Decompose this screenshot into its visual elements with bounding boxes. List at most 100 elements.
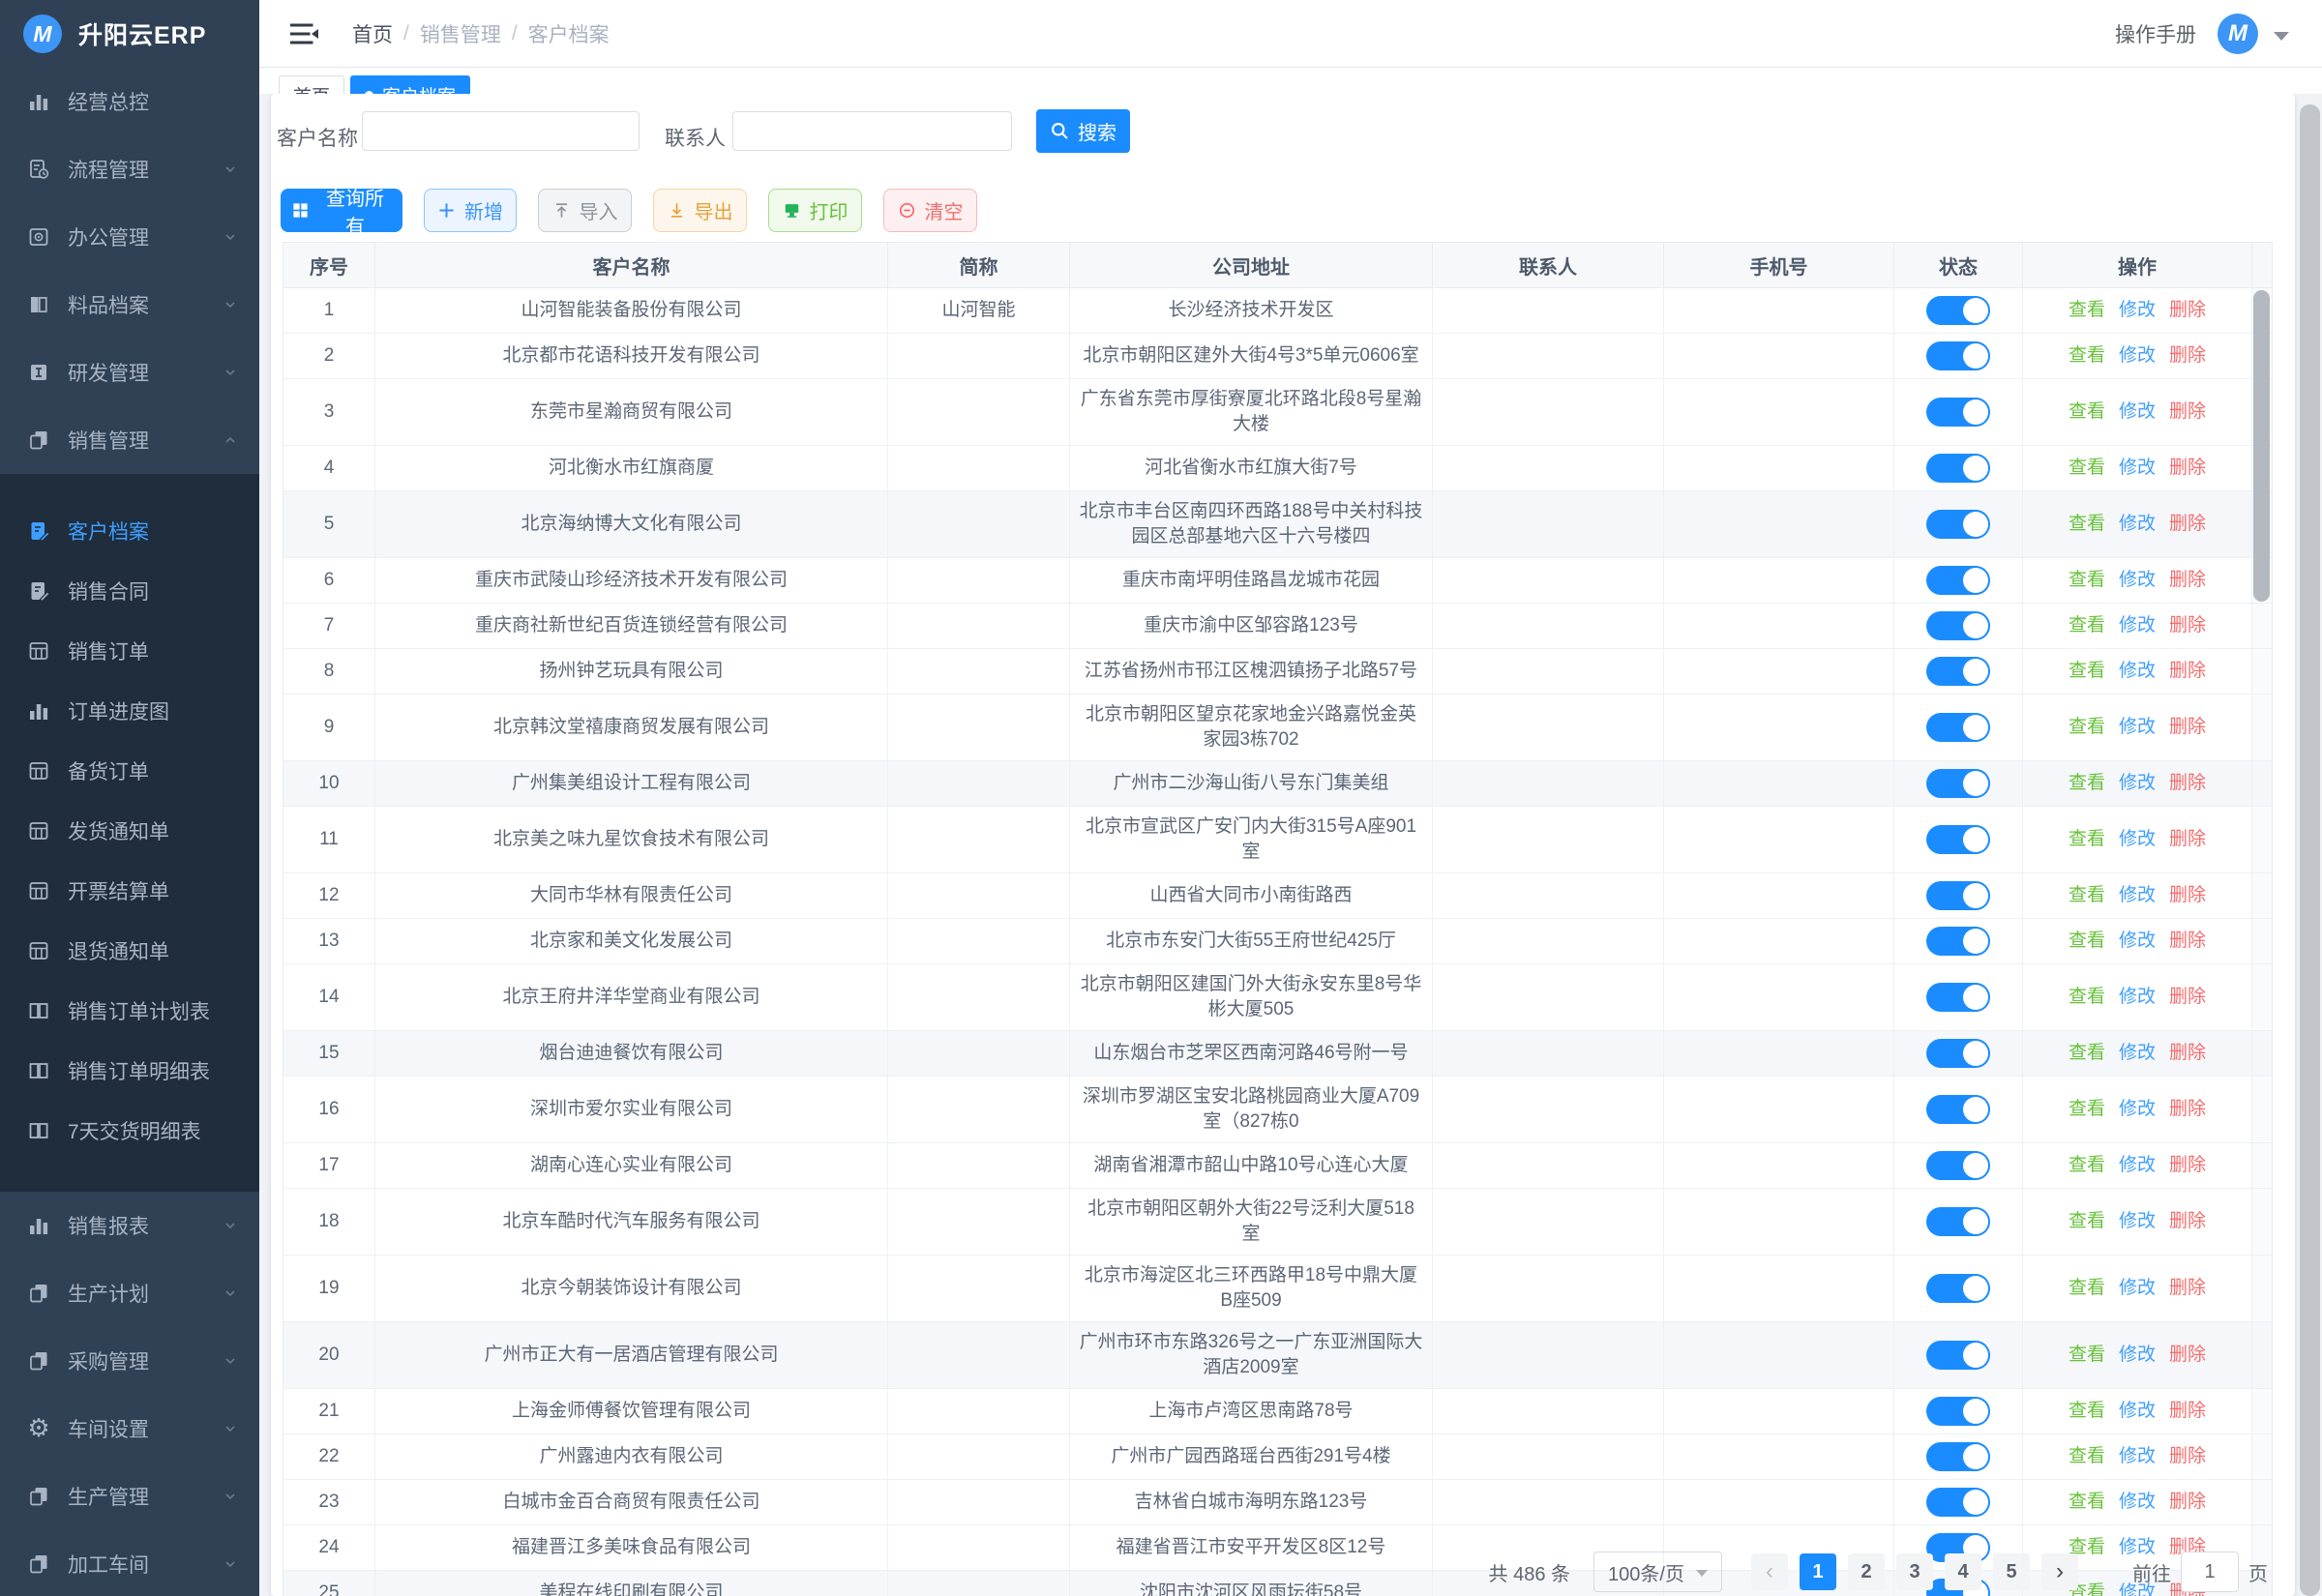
print-button[interactable]: 打印 — [768, 189, 862, 232]
sidebar-item[interactable]: 办公管理 — [0, 203, 259, 271]
delete-link[interactable]: 删除 — [2169, 1211, 2206, 1231]
status-toggle[interactable] — [1926, 398, 1990, 427]
sidebar-item[interactable]: 销售订单计划表 — [0, 981, 259, 1041]
contact-input[interactable] — [732, 111, 1012, 151]
edit-link[interactable]: 修改 — [2119, 661, 2156, 681]
view-link[interactable]: 查看 — [2069, 1043, 2105, 1063]
view-link[interactable]: 查看 — [2069, 570, 2105, 590]
status-toggle[interactable] — [1926, 657, 1990, 686]
prev-page-button[interactable]: ‹ — [1751, 1553, 1788, 1590]
sidebar-item[interactable]: 加工车间 — [0, 1530, 259, 1596]
status-toggle[interactable] — [1926, 566, 1990, 595]
edit-link[interactable]: 修改 — [2119, 514, 2156, 534]
delete-link[interactable]: 删除 — [2169, 1492, 2206, 1512]
sidebar-item[interactable]: 7天交货明细表 — [0, 1101, 259, 1161]
edit-link[interactable]: 修改 — [2119, 458, 2156, 478]
delete-link[interactable]: 删除 — [2169, 987, 2206, 1007]
edit-link[interactable]: 修改 — [2119, 300, 2156, 320]
view-link[interactable]: 查看 — [2069, 615, 2105, 635]
status-toggle[interactable] — [1926, 341, 1990, 370]
delete-link[interactable]: 删除 — [2169, 300, 2206, 320]
delete-link[interactable]: 删除 — [2169, 717, 2206, 737]
edit-link[interactable]: 修改 — [2119, 615, 2156, 635]
delete-link[interactable]: 删除 — [2169, 1446, 2206, 1466]
add-button[interactable]: 新增 — [424, 189, 517, 232]
sidebar-item[interactable]: 销售管理 — [0, 406, 259, 474]
edit-link[interactable]: 修改 — [2119, 885, 2156, 905]
goto-page-input[interactable] — [2181, 1552, 2239, 1592]
status-toggle[interactable] — [1926, 1274, 1990, 1303]
page-button-5[interactable]: 5 — [1993, 1553, 2030, 1590]
status-toggle[interactable] — [1926, 1151, 1990, 1180]
delete-link[interactable]: 删除 — [2169, 1278, 2206, 1298]
page-button-2[interactable]: 2 — [1848, 1553, 1885, 1590]
status-toggle[interactable] — [1926, 1341, 1990, 1370]
view-link[interactable]: 查看 — [2069, 1155, 2105, 1175]
edit-link[interactable]: 修改 — [2119, 1043, 2156, 1063]
sidebar-item[interactable]: ⚙车间设置 — [0, 1395, 259, 1463]
sidebar-item[interactable]: 研发管理 — [0, 339, 259, 406]
page-button-1[interactable]: 1 — [1800, 1553, 1836, 1590]
sidebar-item[interactable]: 客户档案 — [0, 501, 259, 561]
edit-link[interactable]: 修改 — [2119, 570, 2156, 590]
view-link[interactable]: 查看 — [2069, 1492, 2105, 1512]
delete-link[interactable]: 删除 — [2169, 1401, 2206, 1421]
status-toggle[interactable] — [1926, 454, 1990, 483]
status-toggle[interactable] — [1926, 927, 1990, 956]
view-link[interactable]: 查看 — [2069, 345, 2105, 366]
view-link[interactable]: 查看 — [2069, 1278, 2105, 1298]
import-button[interactable]: 导入 — [538, 189, 632, 232]
delete-link[interactable]: 删除 — [2169, 458, 2206, 478]
edit-link[interactable]: 修改 — [2119, 1155, 2156, 1175]
page-size-select[interactable]: 100条/页 — [1593, 1552, 1722, 1592]
view-link[interactable]: 查看 — [2069, 885, 2105, 905]
status-toggle[interactable] — [1926, 1442, 1990, 1471]
sidebar-item[interactable]: 发货通知单 — [0, 801, 259, 861]
delete-link[interactable]: 删除 — [2169, 931, 2206, 951]
status-toggle[interactable] — [1926, 881, 1990, 910]
view-link[interactable]: 查看 — [2069, 987, 2105, 1007]
view-link[interactable]: 查看 — [2069, 1345, 2105, 1365]
view-link[interactable]: 查看 — [2069, 773, 2105, 793]
avatar[interactable]: M — [2218, 14, 2258, 54]
delete-link[interactable]: 删除 — [2169, 615, 2206, 635]
next-page-button[interactable]: › — [2041, 1553, 2078, 1590]
sidebar-item[interactable]: 料品档案 — [0, 271, 259, 339]
delete-link[interactable]: 删除 — [2169, 773, 2206, 793]
sidebar-item[interactable]: 销售报表 — [0, 1192, 259, 1259]
delete-link[interactable]: 删除 — [2169, 661, 2206, 681]
page-button-4[interactable]: 4 — [1945, 1553, 1981, 1590]
status-toggle[interactable] — [1926, 713, 1990, 742]
sidebar-item[interactable]: 生产管理 — [0, 1463, 259, 1530]
delete-link[interactable]: 删除 — [2169, 514, 2206, 534]
status-toggle[interactable] — [1926, 825, 1990, 854]
sidebar-item[interactable]: 销售合同 — [0, 561, 259, 621]
sidebar-item[interactable]: 销售订单明细表 — [0, 1041, 259, 1101]
table-scrollbar-thumb[interactable] — [2253, 290, 2270, 602]
status-toggle[interactable] — [1926, 1095, 1990, 1124]
window-scrollbar-thumb[interactable] — [2300, 104, 2320, 1596]
edit-link[interactable]: 修改 — [2119, 1099, 2156, 1119]
edit-link[interactable]: 修改 — [2119, 401, 2156, 422]
status-toggle[interactable] — [1926, 510, 1990, 539]
status-toggle[interactable] — [1926, 769, 1990, 798]
delete-link[interactable]: 删除 — [2169, 1099, 2206, 1119]
sidebar-item[interactable]: 开票结算单 — [0, 861, 259, 921]
edit-link[interactable]: 修改 — [2119, 829, 2156, 849]
sidebar-item[interactable]: 退货通知单 — [0, 921, 259, 981]
sidebar-item[interactable]: 流程管理 — [0, 135, 259, 203]
delete-link[interactable]: 删除 — [2169, 1155, 2206, 1175]
clear-button[interactable]: 清空 — [883, 189, 977, 232]
view-link[interactable]: 查看 — [2069, 1099, 2105, 1119]
view-link[interactable]: 查看 — [2069, 661, 2105, 681]
delete-link[interactable]: 删除 — [2169, 1345, 2206, 1365]
export-button[interactable]: 导出 — [653, 189, 747, 232]
tab-active[interactable]: 客户档案 — [350, 75, 470, 94]
edit-link[interactable]: 修改 — [2119, 987, 2156, 1007]
chevron-down-icon[interactable] — [2274, 32, 2289, 41]
status-toggle[interactable] — [1926, 1207, 1990, 1236]
status-toggle[interactable] — [1926, 983, 1990, 1012]
status-toggle[interactable] — [1926, 1488, 1990, 1517]
view-link[interactable]: 查看 — [2069, 458, 2105, 478]
sidebar-item[interactable]: 销售订单 — [0, 621, 259, 681]
